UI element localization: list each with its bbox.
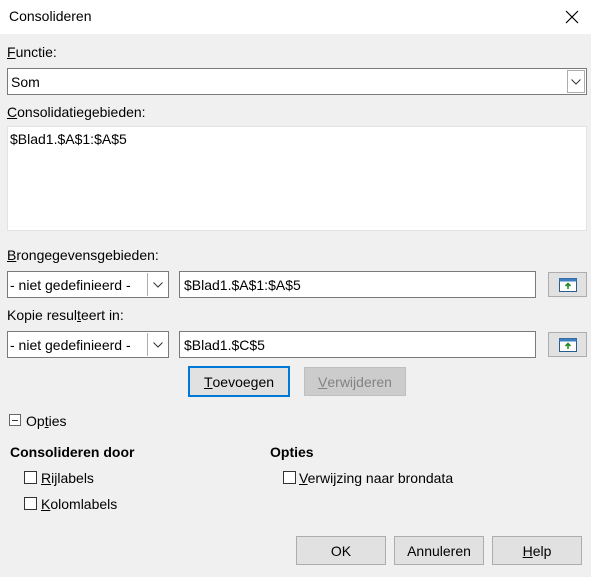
remove-button: Verwijderen bbox=[304, 367, 406, 396]
ok-button[interactable]: OK bbox=[296, 536, 386, 565]
copy-label: Kopie resulteert in: bbox=[7, 307, 124, 323]
close-icon bbox=[565, 10, 579, 24]
copy-shrink-button[interactable] bbox=[548, 332, 587, 357]
source-range-value: - niet gedefinieerd - bbox=[10, 277, 131, 293]
column-labels-label[interactable]: Kolomlabels bbox=[41, 496, 117, 512]
link-to-source-label[interactable]: Verwijzing naar brondata bbox=[299, 470, 453, 486]
dialog-title: Consolideren bbox=[9, 8, 92, 24]
list-item[interactable]: $Blad1.$A$1:$A$5 bbox=[10, 131, 127, 147]
copy-range-value: - niet gedefinieerd - bbox=[10, 337, 131, 353]
copy-range-input[interactable]: $Blad1.$C$5 bbox=[179, 331, 536, 358]
function-select[interactable]: Som bbox=[7, 68, 587, 95]
source-range-select[interactable]: - niet gedefinieerd - bbox=[7, 271, 169, 298]
consolidate-by-heading: Consolideren door bbox=[10, 444, 135, 460]
source-range-text: $Blad1.$A$1:$A$5 bbox=[184, 277, 301, 293]
source-shrink-button[interactable] bbox=[548, 272, 587, 297]
options-expander-label[interactable]: Opties bbox=[26, 413, 66, 429]
add-button[interactable]: Toevoegen bbox=[188, 366, 290, 397]
function-value: Som bbox=[11, 74, 40, 90]
row-labels-checkbox[interactable] bbox=[24, 471, 37, 484]
source-range-input[interactable]: $Blad1.$A$1:$A$5 bbox=[179, 271, 536, 298]
link-to-source-checkbox[interactable] bbox=[283, 471, 296, 484]
collapse-icon[interactable] bbox=[9, 414, 21, 426]
copy-range-select[interactable]: - niet gedefinieerd - bbox=[7, 331, 169, 358]
close-button[interactable] bbox=[553, 0, 591, 34]
copy-range-text: $Blad1.$C$5 bbox=[184, 337, 265, 353]
function-label: Functie: bbox=[7, 44, 57, 60]
column-labels-checkbox[interactable] bbox=[24, 497, 37, 510]
chevron-down-icon[interactable] bbox=[567, 70, 585, 93]
shrink-icon bbox=[558, 277, 577, 292]
row-labels-label[interactable]: Rijlabels bbox=[41, 470, 94, 486]
consolidation-ranges-list[interactable]: $Blad1.$A$1:$A$5 bbox=[7, 126, 587, 231]
ranges-label: Consolidatiegebieden: bbox=[7, 104, 146, 120]
chevron-down-icon[interactable] bbox=[147, 333, 167, 356]
chevron-down-icon[interactable] bbox=[147, 273, 167, 296]
source-label: Brongegevensgebieden: bbox=[7, 247, 159, 263]
help-button[interactable]: Help bbox=[492, 536, 582, 565]
options-heading: Opties bbox=[270, 444, 314, 460]
title-bar: Consolideren bbox=[0, 0, 591, 34]
shrink-icon bbox=[558, 337, 577, 352]
cancel-button[interactable]: Annuleren bbox=[394, 536, 484, 565]
